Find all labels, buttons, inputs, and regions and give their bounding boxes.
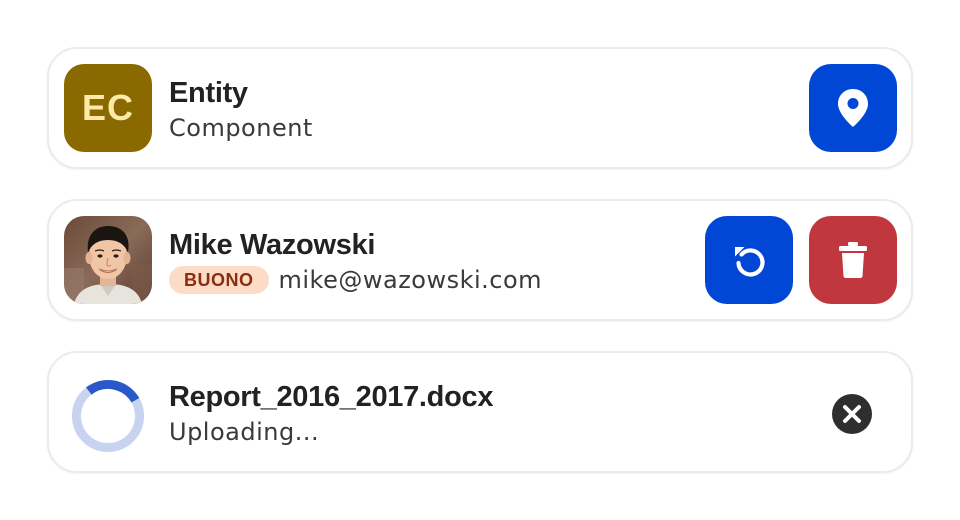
entity-avatar: EC xyxy=(64,64,152,152)
status-badge: BUONO xyxy=(169,266,269,294)
map-pin-icon xyxy=(838,89,868,127)
undo-button[interactable] xyxy=(705,216,793,304)
list-item-user[interactable]: Mike Wazowski BUONO mike@wazowski.com xyxy=(47,199,913,321)
user-subrow: BUONO mike@wazowski.com xyxy=(169,263,671,297)
user-email: mike@wazowski.com xyxy=(278,266,543,294)
list-item-upload[interactable]: Report_2016_2017.docx Uploading... xyxy=(47,351,913,473)
file-name: Report_2016_2017.docx xyxy=(169,381,494,413)
cancel-upload-button[interactable] xyxy=(831,393,873,435)
user-name: Mike Wazowski xyxy=(169,229,376,261)
list-item-entity[interactable]: EC Entity Component xyxy=(47,47,913,169)
location-button[interactable] xyxy=(809,64,897,152)
undo-icon xyxy=(735,247,765,277)
trash-icon xyxy=(839,242,867,278)
delete-button[interactable] xyxy=(809,216,897,304)
entity-avatar-initials: EC xyxy=(81,87,134,128)
entity-text: Entity Component xyxy=(169,75,671,145)
upload-text: Report_2016_2017.docx Uploading... xyxy=(169,379,671,449)
close-circle-icon xyxy=(832,394,872,434)
user-text: Mike Wazowski BUONO mike@wazowski.com xyxy=(169,227,671,297)
spinner-icon xyxy=(72,380,144,452)
list: EC Entity Component Mike Wazowski BUONO … xyxy=(47,47,913,503)
entity-title: Entity xyxy=(169,77,248,109)
entity-subtitle: Component xyxy=(169,114,313,142)
avatar xyxy=(64,216,152,304)
upload-status: Uploading... xyxy=(169,418,320,446)
user-photo-icon xyxy=(64,216,152,304)
